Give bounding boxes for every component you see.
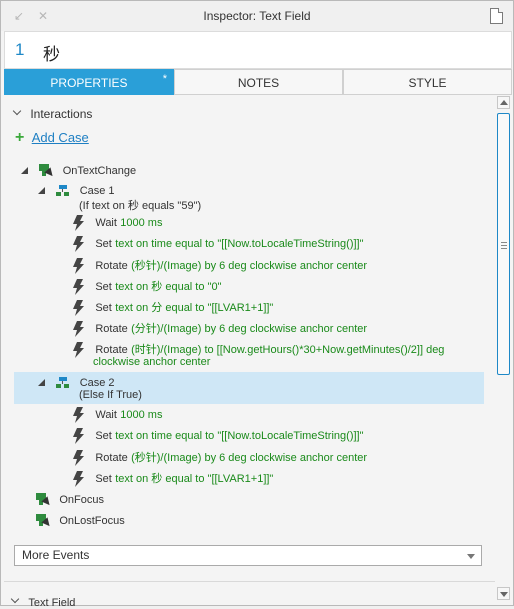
chevron-down-icon (13, 108, 23, 118)
case-2[interactable]: Case 2 (38, 375, 115, 389)
event-icon (36, 492, 53, 508)
case-icon (56, 184, 70, 197)
lightning-icon (72, 341, 86, 358)
action-detail: text on 分 equal to "[[LVAR1+1]]" (115, 302, 274, 314)
action-verb: Rotate (95, 323, 128, 335)
lightning-icon (72, 299, 86, 316)
action-verb: Set (95, 238, 112, 251)
action-verb: Set (95, 430, 112, 443)
text-field-section-label: Text Field (28, 597, 76, 609)
action-detail: (分针)/(Image) by 6 deg clockwise anchor c… (131, 323, 368, 335)
event-icon (39, 163, 56, 179)
case-title: Case 2 (79, 377, 115, 389)
lightning-icon (72, 470, 86, 487)
tab-style[interactable]: STYLE (343, 69, 512, 95)
tab-properties[interactable]: PROPERTIES * (4, 69, 174, 95)
interactions-section-header[interactable]: Interactions (13, 107, 92, 121)
lightning-icon (72, 407, 86, 423)
scrollbar[interactable] (495, 95, 511, 603)
case-icon (56, 376, 70, 389)
event-name: OnTextChange (62, 165, 137, 177)
case-condition: (Else If True) (79, 389, 142, 401)
window-title: Inspector: Text Field (203, 9, 311, 23)
grip-icon (501, 242, 507, 249)
action-item[interactable]: Set text on 分 equal to "[[LVAR1+1]]" (72, 299, 273, 316)
section-divider (4, 581, 495, 582)
title-bar: ↙ ✕ Inspector: Text Field (1, 1, 513, 31)
action-item[interactable]: Set text on time equal to "[[Now.toLocal… (72, 236, 364, 252)
text-field-section-header[interactable]: Text Field (11, 595, 75, 609)
properties-panel: Interactions + Add Case OnTextChange Cas… (4, 95, 495, 581)
lightning-icon (72, 428, 86, 444)
widget-number: 1 (15, 40, 25, 59)
tab-notes-label: NOTES (237, 76, 280, 90)
action-verb: Wait (95, 409, 117, 422)
action-detail: text on 秒 equal to "[[LVAR1+1]]" (115, 473, 274, 485)
lightning-icon (72, 215, 86, 231)
tab-bar: PROPERTIES * NOTES STYLE (4, 69, 512, 95)
action-item[interactable]: Rotate (秒针)/(Image) by 6 deg clockwise a… (72, 257, 367, 274)
action-verb: Rotate (95, 260, 128, 272)
widget-name-field[interactable]: 秒 (43, 40, 60, 65)
action-item[interactable]: Set text on 秒 equal to "[[LVAR1+1]]" (72, 470, 273, 487)
action-item[interactable]: Rotate (分针)/(Image) by 6 deg clockwise a… (72, 320, 367, 337)
case-1[interactable]: Case 1 (38, 183, 115, 197)
event-onlostfocus[interactable]: OnLostFocus (36, 513, 125, 529)
action-item[interactable]: Set text on time equal to "[[Now.toLocal… (72, 428, 364, 444)
action-detail-continued: clockwise anchor center (93, 356, 211, 368)
event-name: OnFocus (59, 494, 104, 506)
action-detail: 1000 ms (120, 409, 163, 422)
tab-properties-label: PROPERTIES (50, 76, 128, 90)
action-detail: 1000 ms (120, 217, 163, 230)
lightning-icon (72, 320, 86, 337)
action-verb: Rotate (95, 344, 128, 356)
tab-notes[interactable]: NOTES (174, 69, 343, 95)
event-icon (36, 513, 53, 529)
case-title: Case 1 (79, 185, 115, 197)
action-item[interactable]: Set text on 秒 equal to "0" (72, 278, 221, 295)
action-detail: text on 秒 equal to "0" (115, 281, 222, 293)
event-ontextchange[interactable]: OnTextChange (21, 163, 137, 179)
action-item[interactable]: Wait 1000 ms (72, 215, 162, 231)
add-case-label: Add Case (31, 130, 89, 145)
action-detail: (秒针)/(Image) by 6 deg clockwise anchor c… (131, 452, 368, 464)
page-icon[interactable] (490, 8, 503, 24)
event-onfocus[interactable]: OnFocus (36, 492, 104, 508)
tab-style-label: STYLE (408, 76, 447, 90)
action-detail: (时针)/(Image) to [[Now.getHours()*30+Now.… (131, 344, 445, 356)
interactions-label: Interactions (30, 107, 93, 121)
event-name: OnLostFocus (59, 515, 125, 527)
chevron-down-icon (11, 596, 21, 606)
action-verb: Rotate (95, 452, 128, 464)
case-condition: (If text on 秒 equals "59") (79, 200, 202, 212)
more-events-dropdown[interactable]: More Events (14, 545, 482, 566)
modified-marker: * (162, 73, 167, 85)
lightning-icon (72, 236, 86, 252)
collapse-triangle-icon[interactable] (38, 379, 45, 387)
inspector-window: ↙ ✕ Inspector: Text Field 1 秒 PROPERTIES… (0, 0, 514, 609)
scroll-up-button[interactable] (497, 96, 510, 109)
action-detail: text on time equal to "[[Now.toLocaleTim… (115, 238, 364, 251)
action-detail: (秒针)/(Image) by 6 deg clockwise anchor c… (131, 260, 368, 272)
action-verb: Set (95, 473, 112, 485)
action-verb: Wait (95, 217, 117, 230)
collapse-triangle-icon[interactable] (38, 187, 45, 195)
lightning-icon (72, 449, 86, 466)
scroll-down-button[interactable] (497, 587, 510, 600)
action-item[interactable]: Wait 1000 ms (72, 407, 162, 423)
action-detail: text on time equal to "[[Now.toLocaleTim… (115, 430, 364, 443)
lightning-icon (72, 278, 86, 295)
collapse-triangle-icon[interactable] (21, 167, 28, 175)
action-verb: Set (95, 281, 112, 293)
lightning-icon (72, 257, 86, 274)
action-item[interactable]: Rotate (秒针)/(Image) by 6 deg clockwise a… (72, 449, 367, 466)
more-events-label: More Events (22, 548, 90, 562)
plus-icon: + (15, 129, 25, 146)
scroll-thumb[interactable] (497, 113, 510, 375)
chevron-down-icon (467, 554, 475, 559)
action-verb: Set (95, 302, 112, 314)
widget-name-row: 1 秒 (4, 31, 512, 69)
add-case-link[interactable]: + Add Case (15, 129, 89, 147)
